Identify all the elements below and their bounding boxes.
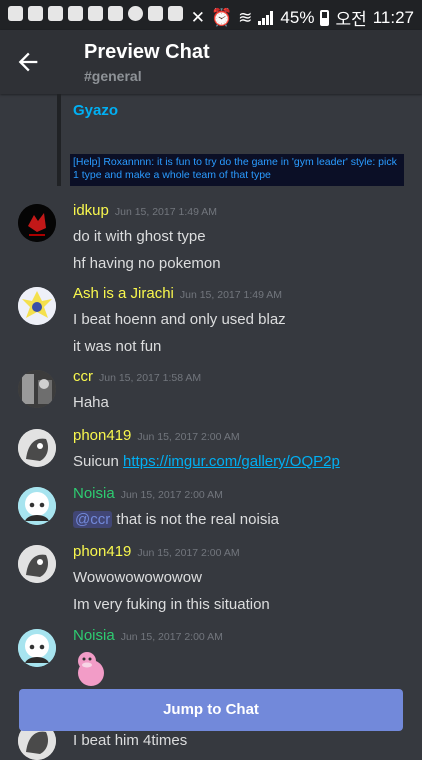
clock: 11:27 xyxy=(372,7,414,27)
message-header: phon419 Jun 15, 2017 2:00 AM xyxy=(73,427,240,444)
message-header: Noisia Jun 15, 2017 2:00 AM xyxy=(73,485,223,502)
timestamp: Jun 15, 2017 2:00 AM xyxy=(137,431,240,443)
message-text: I beat hoenn and only used blaz xyxy=(73,311,286,328)
username[interactable]: phon419 xyxy=(73,543,131,560)
avatar[interactable] xyxy=(18,429,56,467)
notification-icon xyxy=(28,6,43,21)
status-bar: ✕ ⏰ ≋ 45% 오전 11:27 xyxy=(0,0,422,30)
avatar[interactable] xyxy=(18,370,56,408)
notification-icon xyxy=(68,6,83,21)
timestamp: Jun 15, 2017 2:00 AM xyxy=(120,489,223,501)
message-text: Suicun https://imgur.com/gallery/OQP2p xyxy=(73,453,340,470)
chat-header: Preview Chat #general xyxy=(0,30,422,94)
message-link[interactable]: https://imgur.com/gallery/OQP2p xyxy=(123,453,340,470)
wifi-icon: ≋ xyxy=(238,7,253,27)
avatar[interactable] xyxy=(18,629,56,667)
notification-icon xyxy=(168,6,183,21)
message-header: idkup Jun 15, 2017 1:49 AM xyxy=(73,202,217,219)
notification-icon xyxy=(128,6,143,21)
message-text-prefix: Suicun xyxy=(73,453,124,470)
message-header: ccr Jun 15, 2017 1:58 AM xyxy=(73,368,201,385)
user-mention[interactable]: @ccr xyxy=(73,511,113,528)
message-header: Noisia Jun 15, 2017 2:00 AM xyxy=(73,627,223,644)
timestamp: Jun 15, 2017 2:00 AM xyxy=(120,631,223,643)
embed-image[interactable]: [Help] Roxannnn: it is fun to try do the… xyxy=(70,154,404,186)
status-right: ✕ ⏰ ≋ 45% 오전 11:27 xyxy=(191,5,414,30)
message-text: @ccr that is not the real noisia xyxy=(73,511,279,528)
notification-icon xyxy=(8,6,23,21)
mute-icon: ✕ xyxy=(190,7,205,27)
username[interactable]: Ash is a Jirachi xyxy=(73,285,174,302)
notification-icon xyxy=(48,6,63,21)
avatar[interactable] xyxy=(18,287,56,325)
message-text: Im very fuking in this situation xyxy=(73,596,270,613)
notification-icon xyxy=(148,6,163,21)
message-text-body: that is not the real noisia xyxy=(112,511,279,528)
embed-provider-link[interactable]: Gyazo xyxy=(73,102,118,119)
timestamp: Jun 15, 2017 1:49 AM xyxy=(114,206,218,218)
avatar[interactable] xyxy=(18,487,56,525)
battery-icon xyxy=(320,9,330,26)
username[interactable]: idkup xyxy=(73,202,109,219)
timestamp: Jun 15, 2017 1:58 AM xyxy=(99,372,202,384)
link-embed: Gyazo [Help] Roxannnn: it is fun to try … xyxy=(57,94,404,186)
message-text: Wowowowowowow xyxy=(73,569,202,586)
message-text: hf having no pokemon xyxy=(73,255,221,272)
username[interactable]: Noisia xyxy=(73,485,115,502)
message-text: I beat him 4times xyxy=(73,732,188,749)
pink-slowpoke-sticker-icon[interactable] xyxy=(74,649,108,687)
embed-accent-bar xyxy=(57,94,61,186)
battery-percent: 45% xyxy=(280,7,315,27)
jump-to-chat-button[interactable]: Jump to Chat xyxy=(19,689,403,731)
message-text: do it with ghost type xyxy=(73,228,206,245)
alarm-icon: ⏰ xyxy=(210,7,233,27)
timestamp: Jun 15, 2017 1:49 AM xyxy=(179,289,283,301)
timestamp: Jun 15, 2017 2:00 AM xyxy=(137,547,240,559)
message-text: it was not fun xyxy=(73,338,162,355)
message-text: Haha xyxy=(73,394,109,411)
username[interactable]: Noisia xyxy=(73,627,115,644)
username[interactable]: ccr xyxy=(73,368,93,385)
avatar[interactable] xyxy=(18,204,56,242)
notification-icon xyxy=(108,6,123,21)
notification-icon xyxy=(88,6,103,21)
username[interactable]: phon419 xyxy=(73,427,131,444)
notification-icons xyxy=(8,6,183,21)
back-arrow-icon[interactable] xyxy=(14,48,42,76)
page-title: Preview Chat xyxy=(84,41,210,63)
am-pm: 오전 xyxy=(335,10,367,29)
avatar[interactable] xyxy=(18,545,56,583)
message-header: Ash is a Jirachi Jun 15, 2017 1:49 AM xyxy=(73,285,282,302)
signal-icon xyxy=(258,10,274,25)
channel-name: #general xyxy=(84,68,142,84)
message-header: phon419 Jun 15, 2017 2:00 AM xyxy=(73,543,240,560)
